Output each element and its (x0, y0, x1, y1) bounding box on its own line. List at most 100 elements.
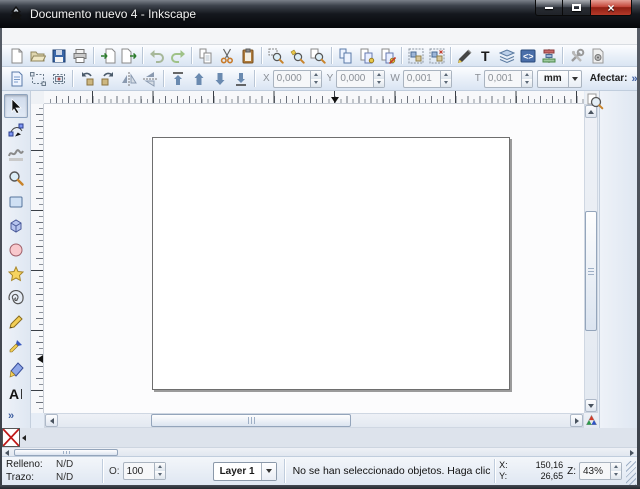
tool-bezier-pen[interactable] (4, 334, 28, 358)
tool-selector[interactable] (4, 94, 28, 118)
layer-visibility-button[interactable] (167, 462, 187, 480)
height-field[interactable] (484, 70, 533, 88)
print-button[interactable] (69, 45, 90, 66)
save-document-button[interactable] (48, 45, 69, 66)
text-dialog-button[interactable]: T (475, 45, 496, 66)
undo-button[interactable] (146, 45, 167, 66)
unit-dropdown[interactable] (568, 71, 581, 87)
vertical-ruler[interactable] (31, 104, 44, 413)
scroll-right-button[interactable] (570, 414, 583, 427)
color-management-button[interactable] (584, 413, 598, 428)
toolbox-overflow-chevron[interactable]: » (8, 410, 14, 422)
tool-node-editor[interactable] (4, 118, 28, 142)
paste-button[interactable] (237, 45, 258, 66)
cut-button[interactable] (216, 45, 237, 66)
flip-vertical-button[interactable] (139, 68, 160, 89)
raise-to-top-button[interactable] (167, 68, 188, 89)
scroll-down-button[interactable] (585, 399, 597, 412)
ungroup-button[interactable] (426, 45, 447, 66)
palette-scrollbar[interactable] (2, 447, 637, 456)
maximize-button[interactable] (563, 0, 590, 16)
width-spinner[interactable] (440, 71, 451, 87)
duplicate-button[interactable] (335, 45, 356, 66)
opacity-field[interactable] (123, 462, 166, 480)
close-button[interactable]: × (590, 0, 632, 16)
tool-zoom[interactable] (4, 166, 28, 190)
opacity-input[interactable] (124, 463, 154, 479)
vertical-scroll-thumb[interactable] (585, 211, 597, 331)
group-button[interactable] (405, 45, 426, 66)
deselect-button[interactable] (48, 68, 69, 89)
pencil-icon (8, 314, 24, 330)
canvas[interactable] (44, 104, 584, 413)
resize-grip[interactable] (626, 461, 636, 485)
document-properties-button[interactable] (587, 45, 608, 66)
y-field[interactable] (336, 70, 385, 88)
select-all-layers-button[interactable] (27, 68, 48, 89)
layer-dropdown[interactable] (261, 463, 276, 480)
opacity-spinner[interactable] (154, 463, 165, 479)
zoom-selection-button[interactable] (265, 45, 286, 66)
new-document-button[interactable] (6, 45, 27, 66)
x-spinner[interactable] (310, 71, 321, 87)
zoom-page-button[interactable] (307, 45, 328, 66)
lower-to-bottom-button[interactable] (230, 68, 251, 89)
tool-star[interactable] (4, 262, 28, 286)
tool-text[interactable]: A (4, 382, 28, 406)
palette-scroll-thumb[interactable] (14, 449, 118, 456)
horizontal-scrollbar[interactable] (44, 413, 584, 428)
zoom-field[interactable] (579, 462, 622, 480)
horizontal-ruler[interactable] (44, 91, 584, 104)
zoom-input[interactable] (580, 463, 610, 479)
vertical-scrollbar[interactable] (584, 104, 598, 413)
x-field-label: X (263, 73, 270, 84)
corner-zoom-button[interactable] (586, 92, 604, 110)
redo-button[interactable] (167, 45, 188, 66)
layers-dialog-button[interactable] (496, 45, 517, 66)
layer-selector[interactable]: Layer 1 (213, 462, 277, 481)
rotate-cw-button[interactable] (97, 68, 118, 89)
unlink-clone-button[interactable] (377, 45, 398, 66)
width-field[interactable] (403, 70, 452, 88)
flip-horizontal-button[interactable] (118, 68, 139, 89)
create-clone-button[interactable] (356, 45, 377, 66)
y-input[interactable] (337, 71, 373, 87)
height-input[interactable] (485, 71, 521, 87)
tool-spiral[interactable] (4, 286, 28, 310)
horizontal-scroll-thumb[interactable] (151, 414, 351, 427)
tool-tweak[interactable] (4, 142, 28, 166)
palette-swatch-none[interactable] (2, 428, 20, 447)
tool-calligraphy[interactable] (4, 358, 28, 382)
export-button[interactable] (118, 45, 139, 66)
raise-button[interactable] (188, 68, 209, 89)
x-input[interactable] (274, 71, 310, 87)
tool-pencil[interactable] (4, 310, 28, 334)
lock-ratio-button[interactable] (453, 70, 469, 88)
width-input[interactable] (404, 71, 440, 87)
preferences-button[interactable] (566, 45, 587, 66)
fill-stroke-dialog-button[interactable] (454, 45, 475, 66)
x-field[interactable] (273, 70, 322, 88)
scroll-left-button[interactable] (45, 414, 58, 427)
rotate-ccw-button[interactable] (76, 68, 97, 89)
zoom-spinner[interactable] (610, 463, 621, 479)
minimize-button[interactable] (535, 0, 563, 16)
lower-button[interactable] (209, 68, 230, 89)
tool-ellipse[interactable] (4, 238, 28, 262)
copy-button[interactable] (195, 45, 216, 66)
y-spinner[interactable] (373, 71, 384, 87)
open-document-button[interactable] (27, 45, 48, 66)
layer-lock-button[interactable] (189, 462, 209, 480)
tool-3dbox[interactable] (4, 214, 28, 238)
align-dialog-button[interactable] (538, 45, 559, 66)
palette-scroll-left[interactable] (20, 428, 28, 447)
xml-editor-button[interactable]: <> (517, 45, 538, 66)
zoom-drawing-button[interactable] (286, 45, 307, 66)
height-spinner[interactable] (521, 71, 532, 87)
tool-options-toolbar: X Y W T mm Afectar: » (2, 67, 637, 91)
select-all-button[interactable] (6, 68, 27, 89)
tool-rectangle[interactable] (4, 190, 28, 214)
import-button[interactable] (97, 45, 118, 66)
unit-combo[interactable]: mm (537, 70, 582, 88)
fill-stroke-indicator[interactable]: Relleno:N/D Trazo:N/D (2, 458, 98, 484)
